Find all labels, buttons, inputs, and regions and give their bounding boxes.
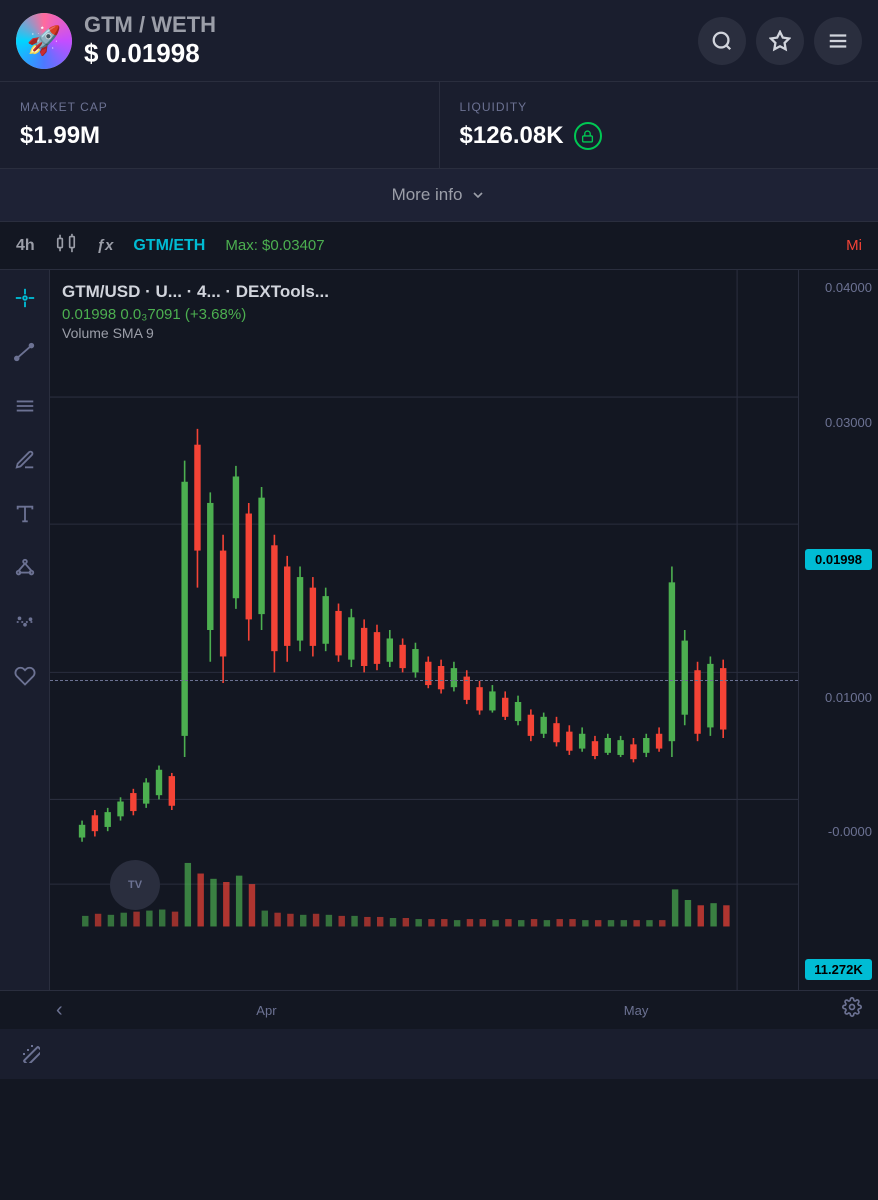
- dots-line-tool[interactable]: [9, 606, 41, 638]
- lock-icon: [574, 122, 602, 150]
- chart-scroll-left-button[interactable]: ‹: [56, 999, 63, 1022]
- market-cap-value: $1.99M: [20, 122, 419, 150]
- chart-bottom-bar: ‹ Apr May: [0, 990, 878, 1029]
- crosshair-tool[interactable]: [9, 282, 41, 314]
- liquidity-value: $126.08K: [460, 122, 859, 150]
- more-info-bar[interactable]: More info: [0, 169, 878, 222]
- chart-pair-label[interactable]: GTM/ETH: [133, 237, 205, 255]
- menu-button[interactable]: [814, 17, 862, 65]
- more-info-text: More info: [16, 185, 862, 205]
- more-info-label: More info: [392, 185, 463, 205]
- chart-price-info: 0.01998 0.0₃7091 (+3.68%): [62, 306, 329, 323]
- min-label: Mi: [846, 237, 862, 254]
- candlestick-icon[interactable]: [55, 232, 77, 259]
- search-icon: [711, 30, 733, 52]
- chart-volume-info: Volume SMA 9: [62, 325, 329, 341]
- chart-main[interactable]: GTM/USD · U... · 4... · DEXTools... 0.01…: [50, 270, 798, 990]
- header: 🚀 GTM / WETH $ 0.01998: [0, 0, 878, 82]
- fx-icon[interactable]: ƒx: [97, 237, 114, 254]
- chart-toolbar: 4h ƒx GTM/ETH Max: $0.03407 Mi: [0, 222, 878, 270]
- april-label: Apr: [256, 1003, 276, 1018]
- line-tool[interactable]: [9, 336, 41, 368]
- price-level-3: 0.03000: [805, 415, 872, 430]
- volume-badge: 11.272K: [805, 959, 872, 980]
- favorite-button[interactable]: [756, 17, 804, 65]
- avatar: 🚀: [16, 13, 72, 69]
- ruler-icon: [16, 1039, 40, 1069]
- market-cap-label: MARKET CAP: [20, 100, 419, 114]
- current-price-badge: 0.01998: [805, 549, 872, 570]
- pair-price: $ 0.01998: [84, 38, 686, 69]
- chart-container: GTM/USD · U... · 4... · DEXTools... 0.01…: [0, 270, 878, 990]
- may-label: May: [624, 1003, 649, 1018]
- stats-bar: MARKET CAP $1.99M LIQUIDITY $126.08K: [0, 82, 878, 169]
- chart-settings-button[interactable]: [842, 997, 862, 1023]
- chevron-down-icon: [470, 187, 486, 203]
- quote-token: WETH: [151, 12, 216, 37]
- text-tool[interactable]: [9, 498, 41, 530]
- chart-pair-name: GTM/USD · U... · 4... · DEXTools...: [62, 282, 329, 302]
- candlestick-chart-svg: [50, 270, 798, 990]
- price-level-2: 0.01000: [805, 690, 872, 705]
- market-cap-stat: MARKET CAP $1.99M: [0, 82, 440, 168]
- heart-tool[interactable]: [9, 660, 41, 692]
- max-label: Max: $0.03407: [225, 237, 324, 254]
- star-icon: [769, 30, 791, 52]
- network-tool[interactable]: [9, 552, 41, 584]
- gear-icon: [842, 997, 862, 1017]
- search-button[interactable]: [698, 17, 746, 65]
- timeframe-label[interactable]: 4h: [16, 237, 35, 255]
- price-axis: 0.04000 0.03000 0.01998 0.01000 -0.0000 …: [798, 270, 878, 990]
- tradingview-watermark: TV: [110, 860, 160, 910]
- pair-separator: /: [139, 12, 151, 37]
- time-labels: Apr May: [63, 1003, 842, 1018]
- price-level-4: 0.04000: [805, 280, 872, 295]
- liquidity-stat: LIQUIDITY $126.08K: [440, 82, 878, 168]
- ruler-bar: [0, 1029, 878, 1079]
- current-price-line: [50, 680, 798, 681]
- base-token: GTM: [84, 12, 133, 37]
- horizontal-lines-tool[interactable]: [9, 390, 41, 422]
- header-info: GTM / WETH $ 0.01998: [84, 12, 686, 69]
- liquidity-label: LIQUIDITY: [460, 100, 859, 114]
- pen-tool[interactable]: [9, 444, 41, 476]
- chart-overlay: GTM/USD · U... · 4... · DEXTools... 0.01…: [62, 282, 329, 341]
- hamburger-icon: [827, 30, 849, 52]
- price-level-1: -0.0000: [805, 824, 872, 839]
- chart-tools: [0, 270, 50, 990]
- pair-title: GTM / WETH: [84, 12, 686, 38]
- header-actions: [698, 17, 862, 65]
